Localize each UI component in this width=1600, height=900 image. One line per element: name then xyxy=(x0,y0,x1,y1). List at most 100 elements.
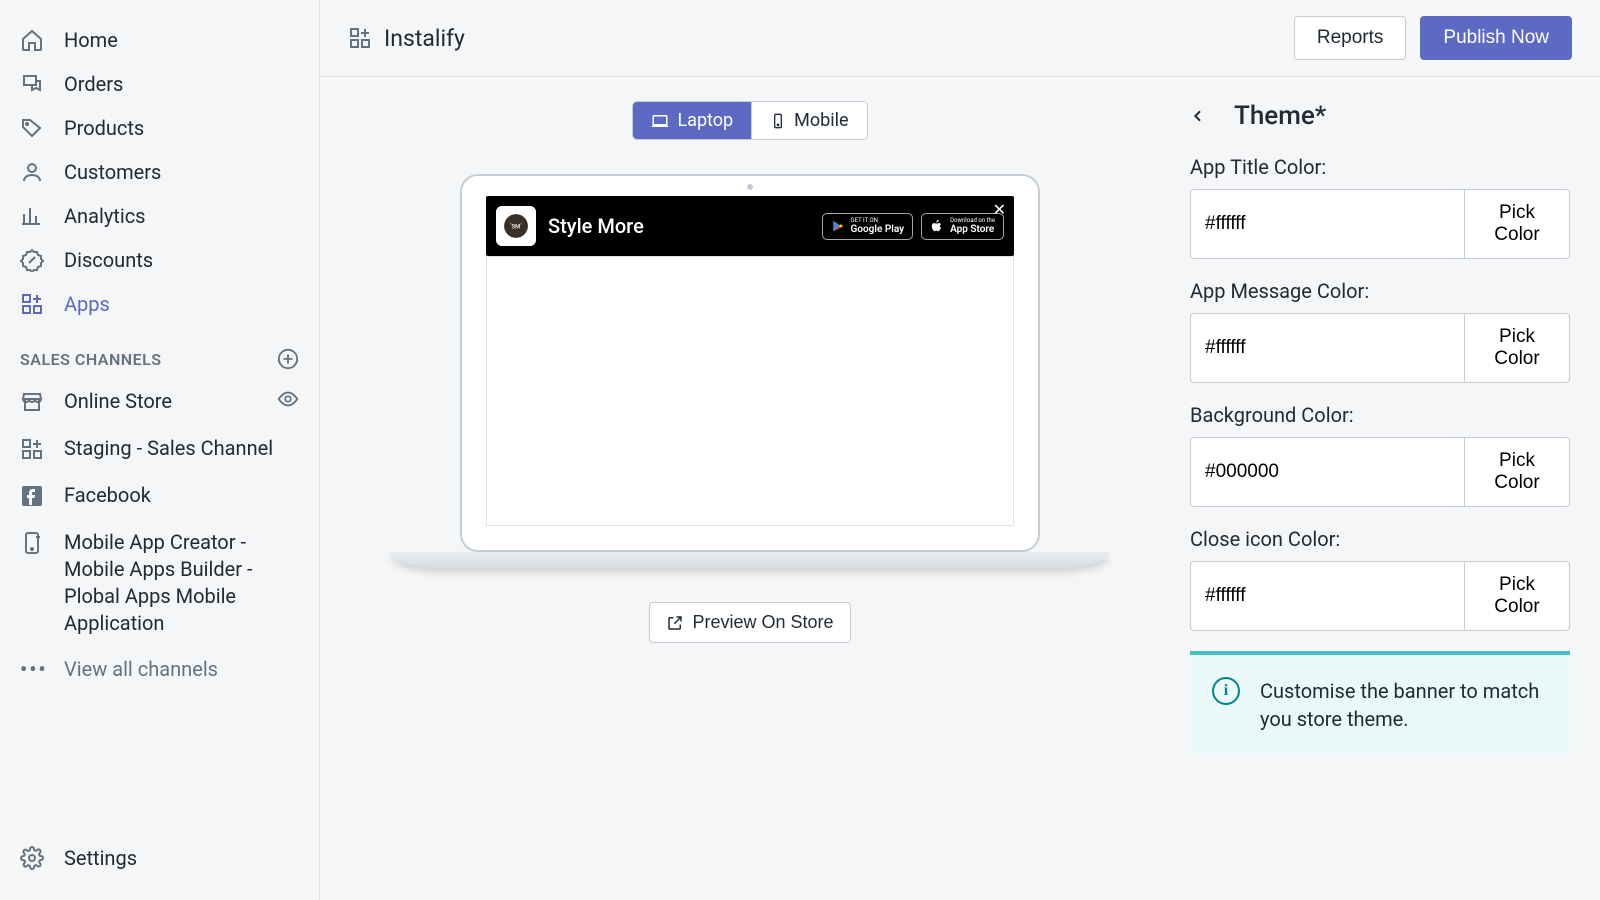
facebook-icon xyxy=(20,484,50,508)
input-app-message-color[interactable] xyxy=(1190,313,1464,383)
dots-icon: ••• xyxy=(20,657,50,681)
nav-customers-label: Customers xyxy=(64,160,161,184)
nav-settings-label: Settings xyxy=(64,846,137,870)
label-close-icon-color: Close icon Color: xyxy=(1190,527,1570,551)
field-app-title-color: App Title Color: Pick Color xyxy=(1190,155,1570,259)
panel-title: Theme* xyxy=(1234,101,1326,131)
nav-customers[interactable]: Customers xyxy=(0,150,319,194)
topbar: Instalify Reports Publish Now xyxy=(320,0,1600,77)
pick-close-icon-color[interactable]: Pick Color xyxy=(1464,561,1570,631)
mobile-app-icon xyxy=(20,531,50,555)
input-close-icon-color[interactable] xyxy=(1190,561,1464,631)
nav-apps[interactable]: Apps xyxy=(0,282,319,326)
field-app-message-color: App Message Color: Pick Color xyxy=(1190,279,1570,383)
preview-on-store-label: Preview On Store xyxy=(692,612,833,633)
laptop-icon xyxy=(651,112,669,130)
sidebar: Home Orders Products Customers Analytics… xyxy=(0,0,320,900)
channel-staging[interactable]: Staging - Sales Channel xyxy=(0,425,319,472)
google-play-badge[interactable]: GET IT ON Google Play xyxy=(822,213,914,240)
camera-icon xyxy=(747,184,753,190)
device-laptop-tab[interactable]: Laptop xyxy=(633,102,752,139)
laptop-mock: SM Style More GET IT ON Google Play xyxy=(460,174,1040,568)
field-close-icon-color: Close icon Color: Pick Color xyxy=(1190,527,1570,631)
app-grid-icon xyxy=(348,26,372,50)
app-store-badge[interactable]: Download on the App Store xyxy=(921,213,1004,240)
eye-icon[interactable] xyxy=(277,388,299,410)
info-card: i Customise the banner to match you stor… xyxy=(1190,651,1570,755)
laptop-base xyxy=(390,552,1110,568)
nav-analytics-label: Analytics xyxy=(64,204,146,228)
sales-channels-label: SALES CHANNELS xyxy=(20,350,162,369)
apps-icon xyxy=(20,292,50,316)
orders-icon xyxy=(20,72,50,96)
panel-header: Theme* xyxy=(1190,101,1570,131)
device-toggle: Laptop Mobile xyxy=(632,101,867,140)
reports-button[interactable]: Reports xyxy=(1294,16,1407,60)
appstore-big: App Store xyxy=(950,224,995,235)
laptop-screen: SM Style More GET IT ON Google Play xyxy=(460,174,1040,552)
external-link-icon xyxy=(666,614,684,632)
label-app-message-color: App Message Color: xyxy=(1190,279,1570,303)
content: Laptop Mobile SM Style More xyxy=(320,77,1600,900)
nav-home[interactable]: Home xyxy=(0,18,319,62)
store-badges: GET IT ON Google Play Download on the Ap… xyxy=(822,213,1004,240)
view-all-label: View all channels xyxy=(64,657,218,681)
gear-icon xyxy=(20,846,50,870)
mobile-icon xyxy=(770,113,786,129)
field-background-color: Background Color: Pick Color xyxy=(1190,403,1570,507)
pick-app-message-color[interactable]: Pick Color xyxy=(1464,313,1570,383)
nav-discounts[interactable]: Discounts xyxy=(0,238,319,282)
label-app-title-color: App Title Color: xyxy=(1190,155,1570,179)
analytics-icon xyxy=(20,204,50,228)
device-laptop-label: Laptop xyxy=(677,110,733,131)
preview-area: Laptop Mobile SM Style More xyxy=(320,77,1180,900)
theme-panel: Theme* App Title Color: Pick Color App M… xyxy=(1180,77,1600,900)
nav-settings[interactable]: Settings xyxy=(0,836,319,880)
banner-app-title: Style More xyxy=(548,214,644,238)
preview-canvas xyxy=(486,256,1014,526)
add-channel-icon[interactable] xyxy=(277,348,299,370)
channel-online-store[interactable]: Online Store xyxy=(0,378,319,425)
banner-app-logo: SM xyxy=(496,206,536,246)
tag-icon xyxy=(20,116,50,140)
channel-staging-label: Staging - Sales Channel xyxy=(64,435,273,462)
user-icon xyxy=(20,160,50,184)
nav-products-label: Products xyxy=(64,116,144,140)
nav-discounts-label: Discounts xyxy=(64,248,153,272)
nav-apps-label: Apps xyxy=(64,292,110,316)
back-icon[interactable] xyxy=(1190,104,1206,128)
pick-app-title-color[interactable]: Pick Color xyxy=(1464,189,1570,259)
nav-orders-label: Orders xyxy=(64,72,123,96)
appstore-small: Download on the xyxy=(950,218,995,224)
apps-grid-icon xyxy=(20,437,50,461)
nav-home-label: Home xyxy=(64,28,118,52)
channel-mobile-app-label: Mobile App Creator - Mobile Apps Builder… xyxy=(64,529,299,637)
channel-online-store-label: Online Store xyxy=(64,388,172,415)
info-icon: i xyxy=(1212,677,1240,705)
home-icon xyxy=(20,28,50,52)
sales-channels-header: SALES CHANNELS xyxy=(0,326,319,378)
nav-orders[interactable]: Orders xyxy=(0,62,319,106)
input-background-color[interactable] xyxy=(1190,437,1464,507)
device-mobile-label: Mobile xyxy=(794,110,848,131)
gplay-big: Google Play xyxy=(851,224,905,235)
store-icon xyxy=(20,390,50,414)
preview-on-store-button[interactable]: Preview On Store xyxy=(649,602,850,643)
device-mobile-tab[interactable]: Mobile xyxy=(752,102,866,139)
banner-close-icon[interactable]: ✕ xyxy=(993,200,1006,219)
channel-mobile-app[interactable]: Mobile App Creator - Mobile Apps Builder… xyxy=(0,519,319,647)
banner-preview: SM Style More GET IT ON Google Play xyxy=(486,196,1014,256)
view-all-channels[interactable]: ••• View all channels xyxy=(0,647,319,691)
input-app-title-color[interactable] xyxy=(1190,189,1464,259)
nav-products[interactable]: Products xyxy=(0,106,319,150)
publish-button[interactable]: Publish Now xyxy=(1420,16,1572,60)
discount-icon xyxy=(20,248,50,272)
svg-text:SM: SM xyxy=(512,224,521,231)
channel-facebook-label: Facebook xyxy=(64,482,151,509)
label-background-color: Background Color: xyxy=(1190,403,1570,427)
channel-facebook[interactable]: Facebook xyxy=(0,472,319,519)
info-message: Customise the banner to match you store … xyxy=(1260,677,1548,733)
pick-background-color[interactable]: Pick Color xyxy=(1464,437,1570,507)
main: Instalify Reports Publish Now Laptop Mob… xyxy=(320,0,1600,900)
nav-analytics[interactable]: Analytics xyxy=(0,194,319,238)
